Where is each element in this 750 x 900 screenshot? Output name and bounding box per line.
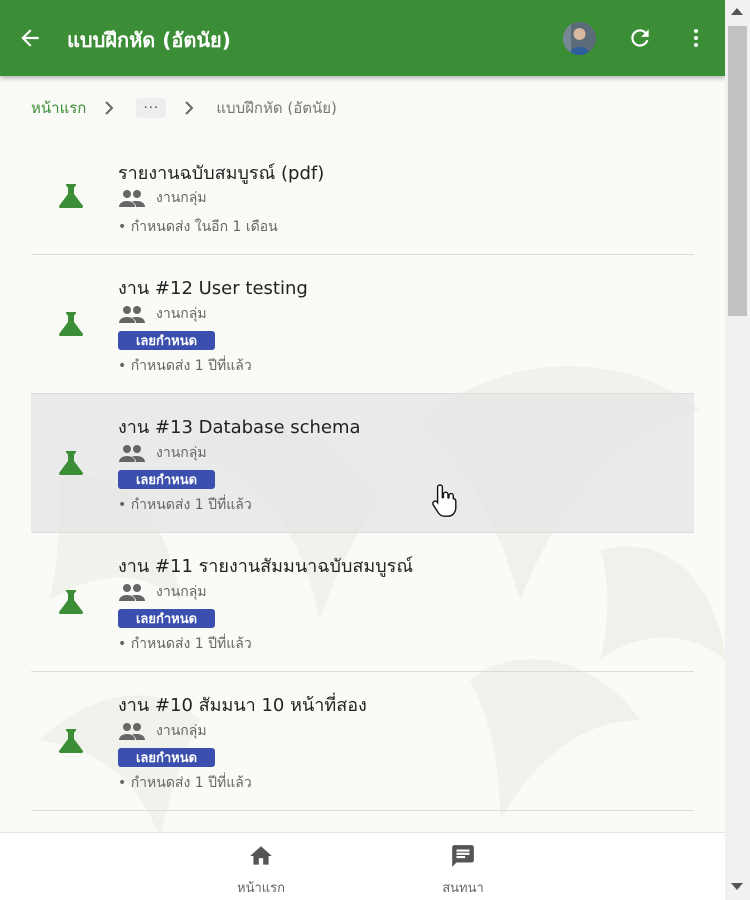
assignment-item[interactable]: งาน #10 สัมมนา 10 หน้าที่สอง งานกลุ่ม เล… — [31, 672, 694, 811]
bottom-navigation: หน้าแรก สนทนา — [0, 832, 725, 900]
flask-icon — [59, 184, 83, 208]
assignment-title: งาน #12 User testing — [118, 278, 308, 299]
assignment-type-label: งานกลุ่ม — [156, 723, 207, 739]
nav-home-button[interactable]: หน้าแรก — [221, 843, 301, 898]
assignment-due: • กำหนดส่ง 1 ปีที่แล้ว — [118, 636, 252, 652]
assignment-item[interactable]: งาน #13 Database schema งานกลุ่ม เลยกำหน… — [31, 394, 694, 533]
overdue-badge: เลยกำหนด — [118, 609, 215, 628]
nav-chat-label: สนทนา — [442, 881, 484, 896]
scrollbar[interactable] — [725, 0, 750, 900]
app-window: แบบฝึกหัด (อัตนัย) หน้าแรก ··· แบบฝึกหัด… — [0, 0, 725, 900]
assignment-type: งานกลุ่ม — [118, 303, 207, 325]
chat-icon — [452, 845, 474, 867]
assignment-type: งานกลุ่ม — [118, 442, 207, 464]
assignment-due: • กำหนดส่ง 1 ปีที่แล้ว — [118, 358, 252, 374]
assignment-type-label: งานกลุ่ม — [156, 306, 207, 322]
flask-icon — [59, 729, 83, 753]
overdue-badge: เลยกำหนด — [118, 331, 215, 350]
scrollbar-thumb[interactable] — [728, 26, 747, 316]
assignment-title: รายงานฉบับสมบูรณ์ (pdf) — [118, 163, 325, 184]
assignment-due: • กำหนดส่ง ในอีก 1 เดือน — [118, 219, 278, 235]
group-icon — [119, 306, 145, 323]
home-icon — [250, 846, 272, 865]
chevron-right-icon — [184, 101, 194, 115]
assignment-type: งานกลุ่ม — [118, 187, 207, 209]
arrow-left-icon — [21, 29, 39, 47]
nav-chat-button[interactable]: สนทนา — [423, 843, 503, 898]
refresh-icon — [631, 29, 649, 47]
user-avatar[interactable] — [563, 22, 596, 55]
assignment-item[interactable]: งาน #11 รายงานสัมมนาฉบับสมบูรณ์ งานกลุ่ม… — [31, 533, 694, 672]
assignment-title: งาน #10 สัมมนา 10 หน้าที่สอง — [118, 695, 367, 716]
breadcrumb: หน้าแรก ··· แบบฝึกหัด (อัตนัย) — [31, 96, 337, 120]
assignment-due: • กำหนดส่ง 1 ปีที่แล้ว — [118, 497, 252, 513]
overdue-badge: เลยกำหนด — [118, 470, 215, 489]
assignment-item[interactable]: งาน #12 User testing งานกลุ่ม เลยกำหนด •… — [31, 255, 694, 394]
flask-icon — [59, 312, 83, 336]
refresh-button[interactable] — [624, 22, 656, 54]
avatar-image — [563, 22, 596, 55]
assignment-list: รายงานฉบับสมบูรณ์ (pdf) งานกลุ่ม • กำหนด… — [31, 140, 694, 811]
scroll-up-icon[interactable] — [731, 8, 743, 15]
group-icon — [119, 190, 145, 207]
breadcrumb-current: แบบฝึกหัด (อัตนัย) — [216, 99, 337, 117]
chevron-right-icon — [104, 101, 114, 115]
assignment-type-label: งานกลุ่ม — [156, 584, 207, 600]
group-icon — [119, 723, 145, 740]
assignment-type: งานกลุ่ม — [118, 720, 207, 742]
breadcrumb-more-button[interactable]: ··· — [136, 98, 167, 118]
page-title: แบบฝึกหัด (อัตนัย) — [67, 28, 231, 52]
scroll-down-icon[interactable] — [731, 883, 743, 890]
group-icon — [119, 584, 145, 601]
assignment-type: งานกลุ่ม — [118, 581, 207, 603]
group-icon — [119, 445, 145, 462]
assignment-due: • กำหนดส่ง 1 ปีที่แล้ว — [118, 775, 252, 791]
more-options-button[interactable] — [681, 22, 711, 54]
assignment-item[interactable]: รายงานฉบับสมบูรณ์ (pdf) งานกลุ่ม • กำหนด… — [31, 140, 694, 255]
flask-icon — [59, 590, 83, 614]
overdue-badge: เลยกำหนด — [118, 748, 215, 767]
assignment-type-label: งานกลุ่ม — [156, 190, 207, 206]
assignment-title: งาน #13 Database schema — [118, 417, 361, 438]
breadcrumb-home-link[interactable]: หน้าแรก — [31, 96, 86, 120]
more-vert-icon — [694, 29, 698, 47]
app-bar: แบบฝึกหัด (อัตนัย) — [0, 0, 725, 76]
back-button[interactable] — [14, 22, 46, 54]
assignment-title: งาน #11 รายงานสัมมนาฉบับสมบูรณ์ — [118, 556, 414, 577]
nav-home-label: หน้าแรก — [237, 881, 285, 896]
flask-icon — [59, 451, 83, 475]
assignment-type-label: งานกลุ่ม — [156, 445, 207, 461]
